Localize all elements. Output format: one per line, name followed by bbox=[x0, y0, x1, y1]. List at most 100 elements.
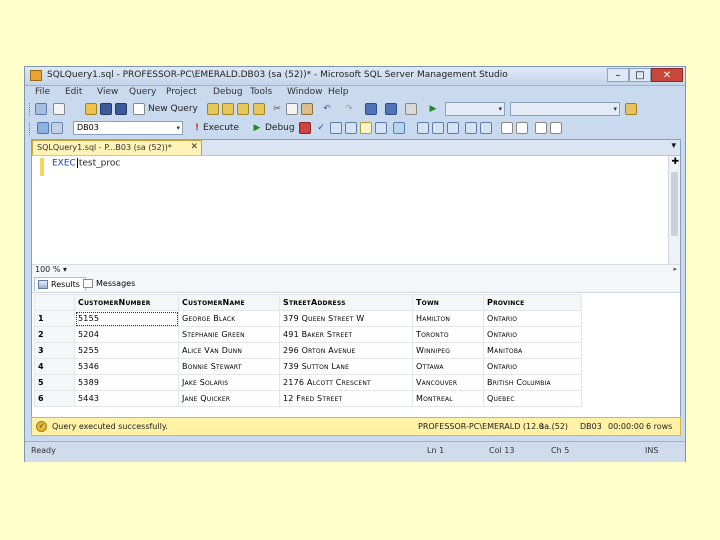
xmla-query-icon[interactable] bbox=[253, 103, 265, 115]
table-row[interactable]: 3 5255 Alice Van Dunn 296 Orton Avenue W… bbox=[34, 342, 582, 359]
new-query-icon[interactable] bbox=[133, 103, 145, 115]
column-header[interactable]: Town bbox=[412, 294, 484, 311]
menu-edit[interactable]: Edit bbox=[65, 87, 82, 97]
uncomment-icon[interactable] bbox=[516, 122, 528, 134]
menu-view[interactable]: View bbox=[97, 87, 118, 97]
decrease-indent-icon[interactable] bbox=[535, 122, 547, 134]
table-cell[interactable]: 5346 bbox=[74, 358, 179, 375]
table-cell[interactable]: Manitoba bbox=[483, 342, 582, 359]
close-button[interactable]: ✕ bbox=[651, 68, 683, 82]
find-combo[interactable]: ▾ bbox=[510, 102, 620, 116]
row-number[interactable]: 1 bbox=[34, 310, 75, 327]
table-cell[interactable]: 5255 bbox=[74, 342, 179, 359]
redo-icon[interactable]: ↷ bbox=[343, 103, 355, 115]
find-in-files-icon[interactable] bbox=[625, 103, 637, 115]
table-cell[interactable]: British Columbia bbox=[483, 374, 582, 391]
table-cell[interactable]: Stephanie Green bbox=[178, 326, 280, 343]
table-cell[interactable]: 296 Orton Avenue bbox=[279, 342, 413, 359]
available-databases-combo[interactable]: DB03 ▾ bbox=[73, 121, 183, 135]
results-to-file-icon[interactable] bbox=[480, 122, 492, 134]
mdx-query-icon[interactable] bbox=[237, 103, 249, 115]
menu-project[interactable]: Project bbox=[166, 87, 197, 97]
include-actual-plan-icon[interactable] bbox=[393, 122, 405, 134]
table-cell[interactable]: Vancouver bbox=[412, 374, 484, 391]
table-row[interactable]: 4 5346 Bonnie Stewart 739 Sutton Lane Ot… bbox=[34, 358, 582, 375]
table-cell[interactable]: 379 Queen Street W bbox=[279, 310, 413, 327]
table-row[interactable]: 6 5443 Jane Quicker 12 Fred Street Montr… bbox=[34, 390, 582, 407]
table-cell[interactable]: Toronto bbox=[412, 326, 484, 343]
table-cell[interactable]: 2176 Alcott Crescent bbox=[279, 374, 413, 391]
table-cell[interactable]: 5443 bbox=[74, 390, 179, 407]
live-query-stats-icon[interactable] bbox=[417, 122, 429, 134]
menu-tools[interactable]: Tools bbox=[250, 87, 272, 97]
results-to-grid-icon[interactable] bbox=[465, 122, 477, 134]
display-estimated-plan-icon[interactable] bbox=[330, 122, 342, 134]
paste-icon[interactable] bbox=[301, 103, 313, 115]
close-tab-icon[interactable]: ✕ bbox=[190, 142, 198, 152]
table-row[interactable]: 5 5389 Jake Solaris 2176 Alcott Crescent… bbox=[34, 374, 582, 391]
execute-button[interactable]: Execute bbox=[203, 123, 239, 133]
comment-icon[interactable] bbox=[501, 122, 513, 134]
row-number[interactable]: 5 bbox=[34, 374, 75, 391]
column-header[interactable]: CustomerName bbox=[178, 294, 280, 311]
split-icon[interactable]: ✚ bbox=[671, 157, 679, 167]
client-statistics-icon[interactable] bbox=[432, 122, 444, 134]
new-file-icon[interactable] bbox=[53, 103, 65, 115]
specify-template-values-icon[interactable] bbox=[360, 122, 372, 134]
row-number[interactable]: 3 bbox=[34, 342, 75, 359]
solution-config-combo[interactable]: ▾ bbox=[445, 102, 505, 116]
tab-dropdown-icon[interactable]: ▾ bbox=[671, 141, 676, 151]
menu-help[interactable]: Help bbox=[328, 87, 349, 97]
table-cell[interactable]: Alice Van Dunn bbox=[178, 342, 280, 359]
toolbar-grip[interactable] bbox=[29, 122, 33, 135]
menu-file[interactable]: File bbox=[35, 87, 50, 97]
save-all-icon[interactable] bbox=[115, 103, 127, 115]
table-cell[interactable]: 5155 bbox=[74, 310, 179, 327]
intellisense-icon[interactable] bbox=[375, 122, 387, 134]
undo-icon[interactable]: ↶ bbox=[321, 103, 333, 115]
table-cell[interactable]: Ottawa bbox=[412, 358, 484, 375]
table-cell[interactable]: Ontario bbox=[483, 310, 582, 327]
parse-icon[interactable]: ✓ bbox=[315, 122, 327, 134]
results-to-text-icon[interactable] bbox=[447, 122, 459, 134]
table-cell[interactable]: Quebec bbox=[483, 390, 582, 407]
scrollbar-thumb[interactable] bbox=[671, 172, 678, 236]
table-cell[interactable]: Bonnie Stewart bbox=[178, 358, 280, 375]
table-cell[interactable]: Jane Quicker bbox=[178, 390, 280, 407]
table-cell[interactable]: 5389 bbox=[74, 374, 179, 391]
editor-vertical-scrollbar[interactable]: ✚ bbox=[668, 156, 680, 264]
table-cell[interactable]: Montreal bbox=[412, 390, 484, 407]
analysis-query-icon[interactable] bbox=[222, 103, 234, 115]
table-cell[interactable]: 491 Baker Street bbox=[279, 326, 413, 343]
table-cell[interactable]: George Black bbox=[178, 310, 280, 327]
row-number-header[interactable] bbox=[34, 294, 75, 311]
query-editor[interactable]: EXEC test_proc bbox=[32, 156, 670, 262]
debug-button[interactable]: Debug bbox=[265, 123, 295, 133]
increase-indent-icon[interactable] bbox=[550, 122, 562, 134]
query-document-tab[interactable]: SQLQuery1.sql - P...B03 (sa (52))* ✕ bbox=[32, 140, 202, 155]
table-cell[interactable]: 739 Sutton Lane bbox=[279, 358, 413, 375]
table-cell[interactable]: 12 Fred Street bbox=[279, 390, 413, 407]
column-header[interactable]: Province bbox=[483, 294, 582, 311]
table-cell[interactable]: Winnipeg bbox=[412, 342, 484, 359]
navigate-forward-icon[interactable] bbox=[385, 103, 397, 115]
navigate-backward-icon[interactable] bbox=[365, 103, 377, 115]
maximize-button[interactable]: □ bbox=[629, 68, 651, 82]
table-cell[interactable]: Hamilton bbox=[412, 310, 484, 327]
table-row[interactable]: 1 5155 George Black 379 Queen Street W H… bbox=[34, 310, 582, 327]
scroll-right-icon[interactable]: ▸ bbox=[673, 265, 677, 273]
start-icon[interactable]: ▶ bbox=[427, 103, 439, 115]
connect-icon[interactable] bbox=[37, 122, 49, 134]
row-number[interactable]: 6 bbox=[34, 390, 75, 407]
results-grid[interactable]: CustomerNumber CustomerName StreetAddres… bbox=[34, 294, 670, 407]
minimize-button[interactable]: – bbox=[607, 68, 629, 82]
new-query-button[interactable]: New Query bbox=[148, 104, 198, 114]
save-icon[interactable] bbox=[100, 103, 112, 115]
table-cell[interactable]: 5204 bbox=[74, 326, 179, 343]
tab-messages[interactable]: Messages bbox=[80, 277, 140, 291]
toolbar-grip[interactable] bbox=[29, 103, 33, 116]
query-designer-icon[interactable] bbox=[345, 122, 357, 134]
open-folder-icon[interactable] bbox=[85, 103, 97, 115]
copy-icon[interactable] bbox=[286, 103, 298, 115]
new-project-icon[interactable] bbox=[35, 103, 47, 115]
